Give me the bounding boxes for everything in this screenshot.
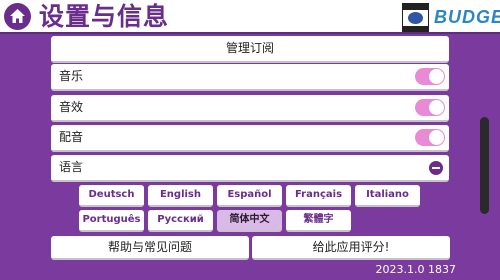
version-label: 2023.1.0 1837 bbox=[375, 263, 456, 276]
language-option-italiano[interactable]: Italiano bbox=[355, 185, 420, 207]
voice-toggle[interactable] bbox=[415, 129, 445, 146]
manage-subscription-label: 管理订阅 bbox=[225, 41, 274, 55]
manage-subscription-button[interactable]: 管理订阅 bbox=[51, 36, 449, 63]
language-option-russian[interactable]: Русский bbox=[148, 210, 213, 232]
music-label: 音乐 bbox=[59, 69, 84, 83]
language-label: 语言 bbox=[59, 160, 84, 174]
language-option-espanol[interactable]: Español bbox=[217, 185, 282, 207]
language-option-traditional-chinese[interactable]: 繁體字 bbox=[286, 210, 351, 232]
language-option-portugues[interactable]: Português bbox=[79, 210, 144, 232]
sound-effects-setting-row: 音效 bbox=[51, 95, 449, 122]
language-option-english[interactable]: English bbox=[148, 185, 213, 207]
sound-effects-toggle[interactable] bbox=[415, 99, 445, 116]
language-setting-row[interactable]: 语言 bbox=[51, 155, 449, 182]
header-bar: 设置与信息 BUDGE bbox=[0, 0, 500, 34]
sound-effects-label: 音效 bbox=[59, 100, 84, 114]
collapse-minus-icon[interactable] bbox=[429, 161, 443, 175]
voice-setting-row: 配音 bbox=[51, 125, 449, 152]
page-title: 设置与信息 bbox=[39, 2, 170, 31]
rate-app-button[interactable]: 给此应用评分! bbox=[252, 236, 450, 260]
scrollbar[interactable] bbox=[480, 117, 489, 214]
home-button[interactable] bbox=[4, 3, 31, 30]
language-option-francais[interactable]: Français bbox=[286, 185, 351, 207]
home-icon bbox=[10, 9, 25, 23]
voice-label: 配音 bbox=[59, 130, 84, 144]
music-setting-row: 音乐 bbox=[51, 64, 449, 91]
brand-logo: BUDGE bbox=[434, 7, 500, 27]
music-toggle[interactable] bbox=[415, 68, 445, 85]
help-faq-button[interactable]: 帮助与常见问题 bbox=[51, 236, 249, 260]
language-option-simplified-chinese[interactable]: 简体中文 bbox=[217, 210, 282, 232]
language-option-deutsch[interactable]: Deutsch bbox=[79, 185, 144, 207]
esrb-rating-icon bbox=[402, 3, 429, 32]
